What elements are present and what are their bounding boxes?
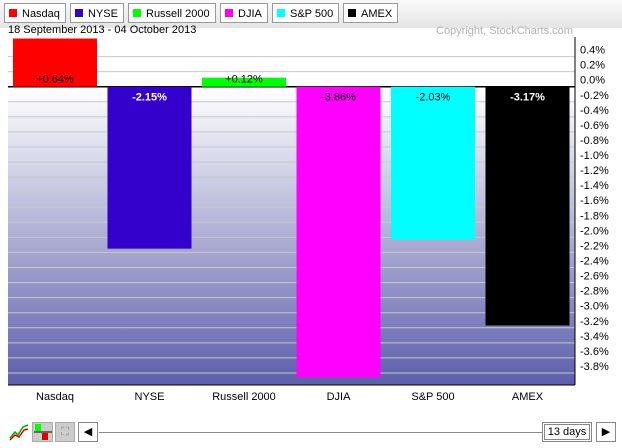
- x-category-label: Nasdaq: [36, 391, 74, 403]
- y-tick-label: -3.0%: [580, 301, 609, 313]
- date-range: 18 September 2013 - 04 October 2013: [8, 24, 197, 36]
- y-tick-label: -0.6%: [580, 120, 609, 132]
- y-tick-label: -1.6%: [580, 195, 609, 207]
- y-tick-label: 0.4%: [580, 45, 605, 57]
- fullscreen-icon[interactable]: ⛶: [55, 422, 75, 442]
- x-category-label: DJIA: [327, 391, 352, 403]
- y-tick-label: -2.2%: [580, 240, 609, 252]
- y-tick-label: -0.8%: [580, 135, 609, 147]
- y-tick-label: -2.4%: [580, 255, 609, 267]
- bar-value-label: -3.17%: [510, 92, 545, 104]
- bar-value-label: -2.03%: [416, 92, 451, 104]
- y-tick-label: -0.4%: [580, 105, 609, 117]
- x-category-label: S&P 500: [411, 391, 454, 403]
- y-tick-label: -1.0%: [580, 150, 609, 162]
- bar-chart-icon[interactable]: [32, 422, 53, 442]
- bar-value-label: +0.12%: [225, 74, 263, 86]
- y-tick-label: -2.0%: [580, 225, 609, 237]
- y-tick-label: 0.2%: [580, 60, 605, 72]
- period-slider-track[interactable]: [99, 432, 542, 433]
- performance-chart: +0.64% -2.15% +0.12% -3.86% -2.03% -3.17% 0.4%…: [8, 37, 609, 403]
- x-category-label: Russell 2000: [212, 391, 276, 403]
- bar-1: [107, 86, 192, 249]
- y-tick-label: 0.0%: [580, 75, 605, 87]
- y-tick-label: -3.8%: [580, 361, 609, 373]
- y-tick-label: -0.2%: [580, 90, 609, 102]
- y-tick-label: -1.8%: [580, 210, 609, 222]
- scroll-left-button[interactable]: ◀: [78, 422, 98, 442]
- y-tick-label: -1.2%: [580, 165, 609, 177]
- y-tick-label: -3.4%: [580, 331, 609, 343]
- bar-3: [296, 86, 381, 378]
- line-chart-icon[interactable]: [8, 422, 30, 442]
- y-tick-label: -3.2%: [580, 316, 609, 328]
- bar-value-label: +0.64%: [36, 74, 74, 86]
- scroll-right-button[interactable]: ▶: [596, 422, 616, 442]
- copyright: Copyright, StockCharts.com: [436, 25, 573, 37]
- bar-value-label: -2.15%: [132, 92, 167, 104]
- bar-value-label: -3.86%: [321, 92, 356, 104]
- y-tick-label: -2.6%: [580, 271, 609, 283]
- bar-4: [391, 86, 475, 240]
- period-slider-handle[interactable]: 13 days: [542, 422, 592, 442]
- y-tick-label: -3.6%: [580, 346, 609, 358]
- y-tick-label: -2.8%: [580, 286, 609, 298]
- x-category-label: NYSE: [135, 391, 165, 403]
- y-tick-label: -1.4%: [580, 180, 609, 192]
- x-category-label: AMEX: [512, 391, 544, 403]
- bar-5: [485, 86, 570, 326]
